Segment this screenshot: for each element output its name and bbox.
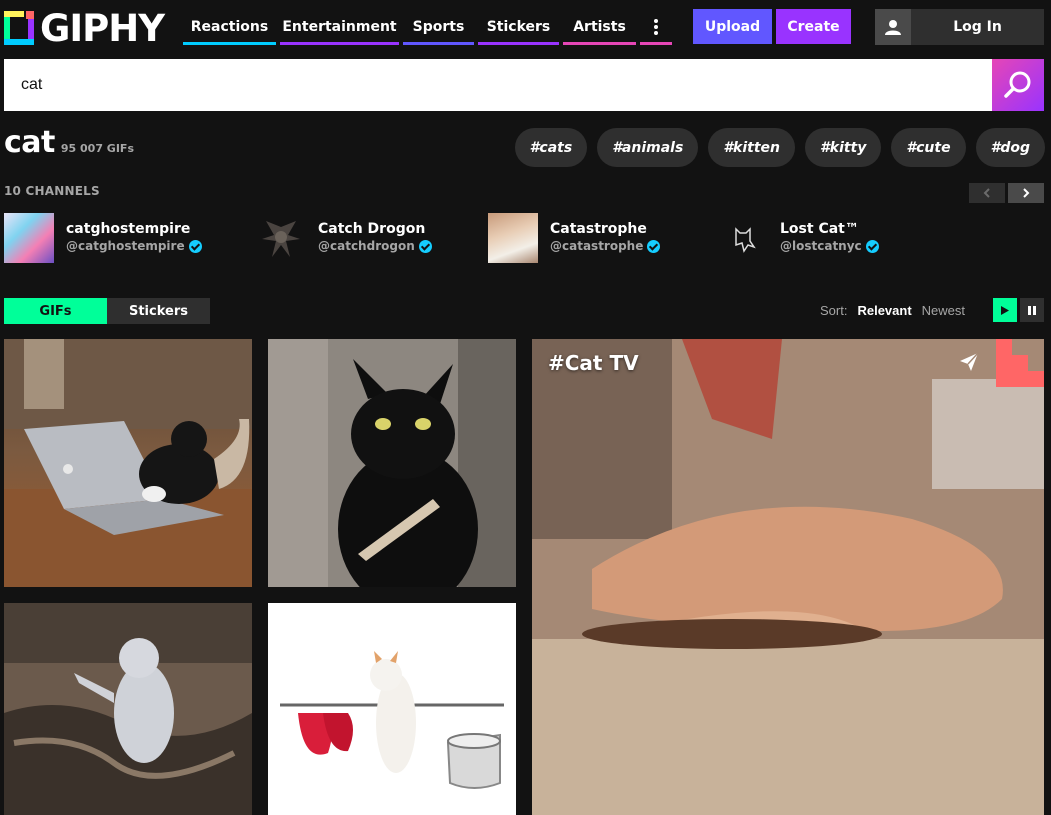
gif-thumbnail[interactable] (4, 603, 252, 815)
nav-artists[interactable]: Artists (563, 9, 636, 45)
nav-sports[interactable]: Sports (403, 9, 474, 45)
avatar (4, 213, 54, 263)
chevron-right-icon (1023, 188, 1030, 198)
logo-text: GIPHY (40, 6, 165, 50)
user-icon (875, 9, 911, 45)
nav-entertainment[interactable]: Entertainment (280, 9, 399, 45)
sticker-badge-icon (996, 339, 1044, 387)
channel-name: catghostempire (66, 221, 191, 237)
login-label: Log In (953, 19, 1002, 35)
verified-icon (418, 240, 432, 253)
more-vertical-icon (654, 19, 658, 35)
send-icon (960, 352, 979, 371)
play-button[interactable] (993, 298, 1017, 322)
search-input[interactable] (4, 59, 992, 111)
more-menu-button[interactable] (640, 9, 672, 45)
featured-gif-cat-tv[interactable]: #Cat TV (532, 339, 1044, 815)
avatar (718, 213, 768, 263)
avatar (488, 213, 538, 263)
nav-reactions[interactable]: Reactions (183, 9, 276, 45)
play-icon (1001, 305, 1009, 315)
channels-label: 10 CHANNELS (4, 184, 100, 198)
login-button[interactable]: Log In (875, 9, 1044, 45)
channel-handle: @catastrophe (550, 239, 644, 253)
channel-name: Catastrophe (550, 221, 647, 237)
results-heading: cat 95 007 GIFs (4, 125, 134, 165)
create-button[interactable]: Create (776, 9, 851, 44)
gif-count: 95 007 GIFs (60, 142, 134, 155)
nav-stickers[interactable]: Stickers (478, 9, 559, 45)
related-tags: #cats #animals #kitten #kitty #cute #dog (514, 128, 1045, 167)
channels-list: catghostempire @catghostempire Catch Dro… (4, 213, 1044, 265)
channel-item[interactable]: Lost Cat™ @lostcatnyc (718, 213, 879, 263)
channel-name: Lost Cat™ (780, 221, 859, 237)
avatar (256, 213, 306, 263)
search-button[interactable] (992, 59, 1044, 111)
giphy-logo-icon (4, 11, 34, 45)
sort-controls: Sort: Relevant Newest (820, 303, 965, 318)
gifs-tab[interactable]: GIFs (4, 298, 107, 324)
pause-button[interactable] (1020, 298, 1044, 322)
tag-pill[interactable]: #dog (975, 128, 1045, 167)
channel-handle: @catchdrogon (318, 239, 415, 253)
verified-icon (188, 240, 202, 253)
share-button[interactable] (958, 351, 980, 377)
sort-relevant[interactable]: Relevant (857, 303, 911, 318)
channel-name: Catch Drogon (318, 221, 426, 237)
pause-icon (1028, 305, 1036, 315)
channel-item[interactable]: catghostempire @catghostempire (4, 213, 202, 263)
tag-pill[interactable]: #kitten (708, 128, 796, 167)
tag-pill[interactable]: #cute (891, 128, 966, 167)
upload-button[interactable]: Upload (693, 9, 772, 44)
verified-icon (647, 240, 661, 253)
gif-thumbnail[interactable] (4, 339, 252, 587)
gif-thumbnail[interactable] (268, 339, 516, 587)
sort-newest[interactable]: Newest (922, 303, 965, 318)
featured-title: #Cat TV (548, 351, 639, 375)
search-bar (4, 59, 1044, 111)
carousel-prev-button[interactable] (969, 183, 1005, 203)
giphy-logo[interactable]: GIPHY (4, 6, 165, 50)
verified-icon (865, 240, 879, 253)
page-title: cat (4, 125, 55, 160)
main-nav: Reactions Entertainment Sports Stickers … (183, 9, 676, 45)
sort-label: Sort: (820, 303, 848, 318)
channel-handle: @lostcatnyc (780, 239, 862, 253)
tag-pill[interactable]: #cats (514, 128, 588, 167)
gif-thumbnail[interactable] (268, 603, 516, 815)
channel-item[interactable]: Catch Drogon @catchdrogon (256, 213, 432, 263)
search-icon (1004, 71, 1031, 98)
header: GIPHY Reactions Entertainment Sports Sti… (0, 0, 1051, 58)
content-type-toggle: GIFs Stickers (4, 298, 210, 324)
tag-pill[interactable]: #animals (597, 128, 699, 167)
chevron-left-icon (983, 188, 990, 198)
playback-controls (993, 298, 1044, 322)
tag-pill[interactable]: #kitty (805, 128, 882, 167)
stickers-tab[interactable]: Stickers (107, 298, 210, 324)
channel-item[interactable]: Catastrophe @catastrophe (488, 213, 661, 263)
channel-carousel-controls (969, 183, 1044, 203)
carousel-next-button[interactable] (1008, 183, 1044, 203)
channel-handle: @catghostempire (66, 239, 185, 253)
